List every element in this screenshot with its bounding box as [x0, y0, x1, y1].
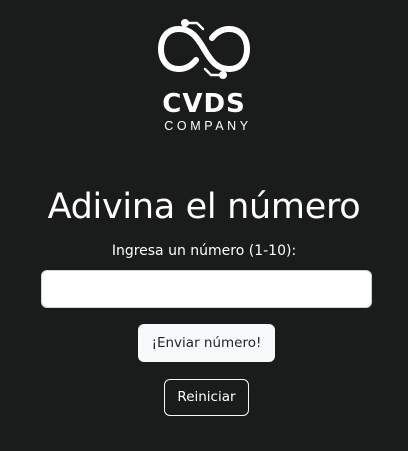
company-logo: CVDS COMPANY	[0, 17, 408, 133]
page-title: Adivina el número	[47, 187, 361, 227]
game-page: CVDS COMPANY Adivina el número Ingresa u…	[0, 0, 408, 451]
reset-button[interactable]: Reiniciar	[164, 379, 249, 416]
circuit-infinity-icon	[158, 19, 250, 79]
company-name: CVDS	[162, 89, 246, 119]
number-input[interactable]	[41, 270, 372, 308]
submit-number-button[interactable]: ¡Enviar número!	[138, 324, 275, 362]
company-subtitle: COMPANY	[164, 119, 252, 133]
number-prompt-label: Ingresa un número (1-10):	[111, 243, 297, 259]
